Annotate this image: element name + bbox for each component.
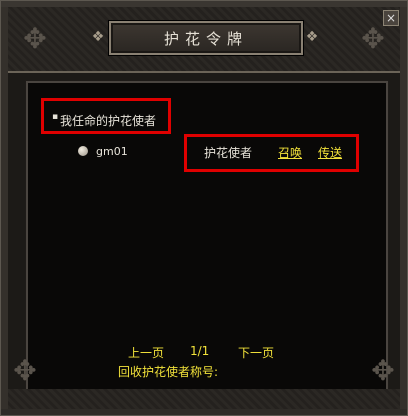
title-plate: 护花令牌 bbox=[109, 21, 303, 55]
list-header: 我任命的护花使者 bbox=[60, 114, 157, 128]
title-ornament-left-icon: ❖ bbox=[91, 29, 105, 45]
corner-ornament-icon: ✥ bbox=[23, 22, 47, 55]
bullet-icon: ▪ bbox=[52, 112, 59, 122]
recall-title-label: 回收护花使者称号: bbox=[118, 365, 219, 379]
corner-ornament-icon: ✥ bbox=[371, 354, 395, 387]
close-button[interactable]: × bbox=[383, 10, 399, 26]
radio-icon[interactable] bbox=[78, 146, 88, 156]
role-label: 护花使者 bbox=[204, 146, 253, 160]
window-title: 护花令牌 bbox=[163, 29, 248, 48]
list-item[interactable]: gm01 bbox=[96, 145, 128, 158]
summon-link[interactable]: 召唤 bbox=[278, 144, 302, 161]
bottom-band bbox=[8, 389, 400, 409]
page-indicator: 1/1 bbox=[190, 344, 210, 358]
teleport-link[interactable]: 传送 bbox=[318, 144, 342, 161]
guardian-token-window: ✥ ✥ ❖ 护花令牌 ❖ × ✥ ✥ ▪ 我任命的护花使者 gm01 护花使者 … bbox=[0, 0, 408, 416]
corner-ornament-icon: ✥ bbox=[13, 354, 37, 387]
title-ornament-right-icon: ❖ bbox=[305, 29, 319, 45]
prev-page-button[interactable]: 上一页 bbox=[128, 344, 164, 361]
next-page-button[interactable]: 下一页 bbox=[238, 344, 274, 361]
